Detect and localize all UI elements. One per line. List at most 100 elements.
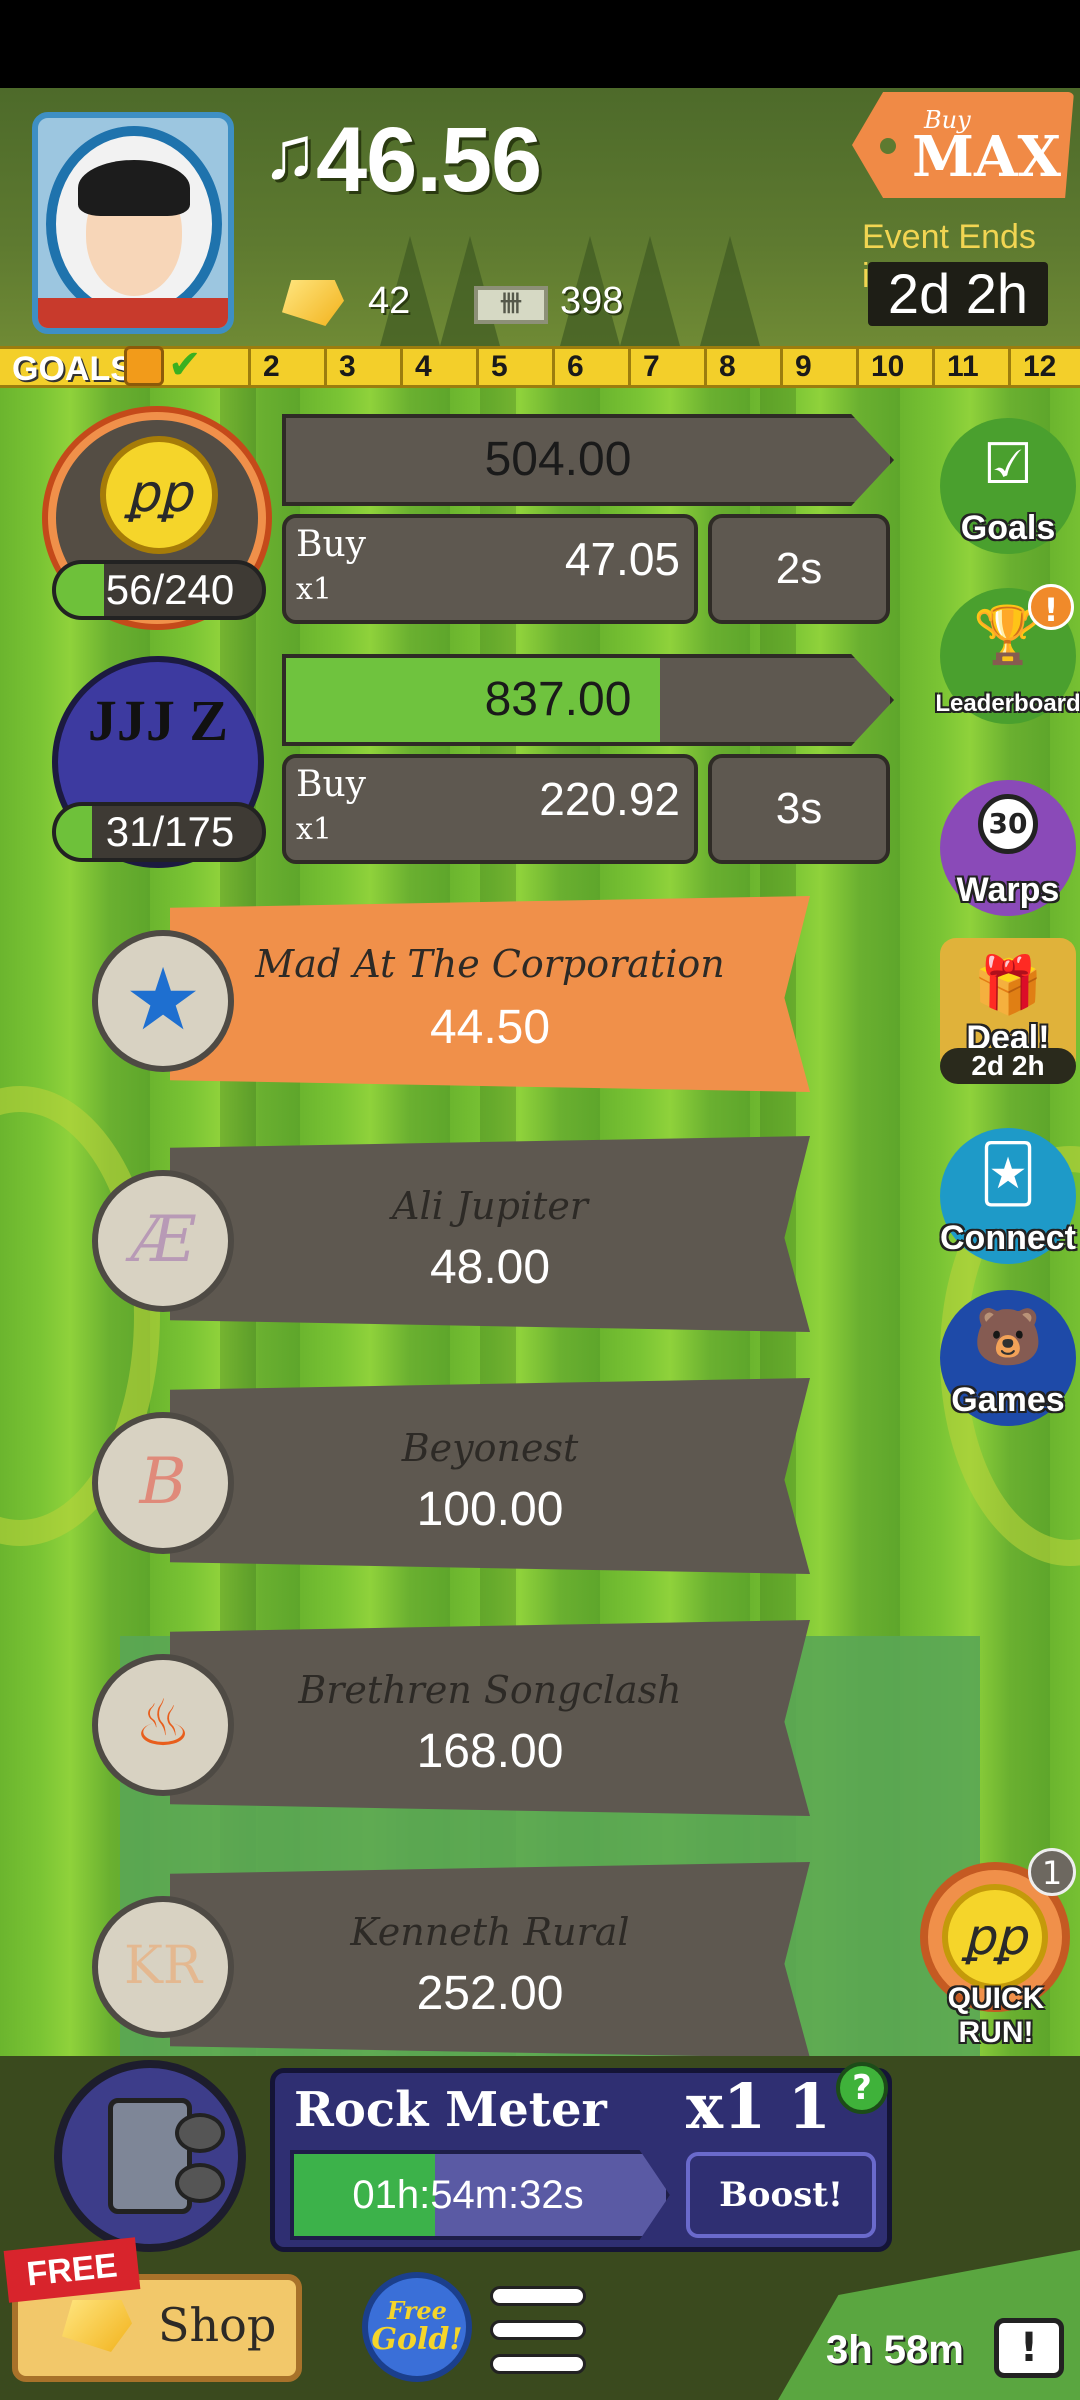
- goal-tick: 11: [932, 346, 979, 388]
- goal-tick: 12: [1008, 346, 1080, 388]
- artist-1-level-bar: 56/240: [52, 560, 266, 620]
- artist-1-logo: ꝑꝑ: [100, 436, 218, 554]
- goal-tick: 8: [704, 346, 736, 388]
- gift-icon: [124, 346, 164, 386]
- free-gold-label: Gold!: [371, 2322, 463, 2357]
- quick-run-badge: 1: [1028, 1848, 1076, 1896]
- buy-multiplier: x1: [296, 572, 333, 607]
- event-timer: 2d 2h: [868, 262, 1048, 326]
- games-icon: 🐻: [973, 1305, 1043, 1370]
- quick-run-logo: ꝑꝑ: [942, 1884, 1048, 1990]
- goals-side-label: Goals: [960, 509, 1056, 547]
- venue-name: Kenneth Rural: [350, 1910, 630, 1954]
- menu-icon: [490, 2320, 586, 2340]
- artist-2-cycle-time: 3s: [708, 754, 890, 864]
- background-leaf: [620, 236, 680, 346]
- buy-label: Buy: [296, 764, 366, 805]
- cash-icon: 卌: [474, 286, 548, 324]
- rock-meter-title: Rock Meter: [294, 2082, 607, 2138]
- gold-icon: [62, 2300, 132, 2352]
- menu-icon: [490, 2286, 586, 2306]
- goal-tick: 7: [628, 346, 660, 388]
- venue-banner-2[interactable]: [170, 1136, 810, 1332]
- goal-tick: 4: [400, 346, 432, 388]
- rock-meter-multiplier: x1 1: [686, 2070, 831, 2143]
- tv-reward-timer: 3h 58m: [826, 2328, 964, 2372]
- leaderboard-label: Leaderboard: [935, 690, 1080, 717]
- player-avatar[interactable]: [32, 112, 234, 334]
- leaderboard-alert-badge: !: [1028, 584, 1074, 630]
- goals-side-button[interactable]: ☑ Goals: [940, 418, 1076, 554]
- goal-tick: 5: [476, 346, 508, 388]
- artist-2-level-bar: 31/175: [52, 802, 266, 862]
- free-gold-label: Free: [387, 2296, 447, 2325]
- venue-value: 168.00: [416, 1725, 564, 1778]
- venue-banner-4[interactable]: [170, 1620, 810, 1816]
- connect-label: Connect: [940, 1219, 1076, 1257]
- avatar-suit: [38, 298, 228, 328]
- speaker-icon: [108, 2098, 225, 2214]
- games-label: Games: [951, 1381, 1065, 1419]
- artist-2-level-text: 31/175: [105, 808, 235, 855]
- venue-name: Ali Jupiter: [392, 1184, 588, 1228]
- goal-tick: 2: [248, 346, 280, 388]
- goal-tick: 3: [324, 346, 356, 388]
- venue-value: 252.00: [416, 1967, 564, 2020]
- boost-button[interactable]: Boost!: [686, 2152, 876, 2238]
- warps-button[interactable]: 30 Warps: [940, 780, 1076, 916]
- artist-1-cycle-time: 2s: [708, 514, 890, 624]
- buy-max-label: MAX: [912, 124, 1061, 190]
- warps-label: Warps: [956, 871, 1060, 909]
- menu-button[interactable]: [490, 2286, 586, 2376]
- gold-count: 42: [368, 280, 411, 322]
- buy-label: Buy: [296, 524, 366, 565]
- menu-icon: [490, 2354, 586, 2374]
- artist-2-revenue-bar[interactable]: 837.00: [282, 654, 894, 746]
- money-counter: 46.56: [316, 109, 542, 211]
- artist-1-level-text: 56/240: [105, 566, 235, 613]
- speaker-cone: [175, 2113, 225, 2153]
- goal-tick: 10: [856, 346, 904, 388]
- checklist-icon: ☑: [982, 432, 1034, 497]
- artist-1-revenue: 504.00: [484, 433, 632, 486]
- checkmark-icon: ✔: [168, 342, 202, 388]
- venue-value: 100.00: [416, 1483, 564, 1536]
- tag-hole: [880, 138, 896, 154]
- warps-count: 30: [978, 794, 1038, 854]
- venue-banner-5[interactable]: [170, 1862, 810, 2058]
- shop-label: Shop: [158, 2298, 277, 2352]
- connect-button[interactable]: 🃏 Connect: [940, 1128, 1076, 1264]
- game-screen: ♫ 46.56 42 卌 398 Buy MAX Event Ends in: …: [0, 0, 1080, 2400]
- background-leaf: [700, 236, 760, 346]
- venue-banner-3[interactable]: [170, 1378, 810, 1574]
- buy-price: 47.05: [564, 533, 680, 585]
- venue-name: Beyonest: [401, 1426, 579, 1470]
- artist-2-buy-button[interactable]: Buy x1 220.92: [282, 754, 698, 864]
- speaker-cone: [175, 2163, 225, 2203]
- cards-icon: 🃏: [979, 1142, 1037, 1207]
- artist-1-buy-button[interactable]: Buy x1 47.05: [282, 514, 698, 624]
- venue-value: 44.50: [429, 1001, 551, 1054]
- speaker-button[interactable]: [54, 2060, 246, 2252]
- cash-count: 398: [560, 280, 624, 322]
- artist-1-revenue-bar[interactable]: 504.00: [282, 414, 894, 506]
- quick-run-label: QUICK RUN!: [947, 1982, 1045, 2049]
- rock-meter-timer: 01h:54m:32s: [352, 2173, 584, 2217]
- help-button[interactable]: ?: [836, 2062, 888, 2114]
- goal-tick: 9: [780, 346, 812, 388]
- venue-value: 48.00: [429, 1241, 551, 1294]
- rock-meter-timer-bar: 01h:54m:32s: [290, 2150, 670, 2240]
- goal-tick: 6: [552, 346, 584, 388]
- artist-2-revenue: 837.00: [484, 673, 632, 726]
- tv-icon[interactable]: !: [994, 2318, 1064, 2378]
- gift-box-icon: 🎁: [973, 953, 1043, 1018]
- goals-label: GOALS: [12, 350, 133, 388]
- free-gold-button[interactable]: Free Gold!: [362, 2272, 472, 2382]
- status-bar: [0, 0, 1080, 88]
- games-button[interactable]: 🐻 Games: [940, 1290, 1076, 1426]
- venue-name: Brethren Songclash: [298, 1668, 682, 1712]
- venue-banner-1[interactable]: [170, 896, 810, 1092]
- avatar-hair: [78, 160, 190, 216]
- buy-multiplier: x1: [296, 812, 333, 847]
- deal-timer: 2d 2h: [940, 1048, 1076, 1084]
